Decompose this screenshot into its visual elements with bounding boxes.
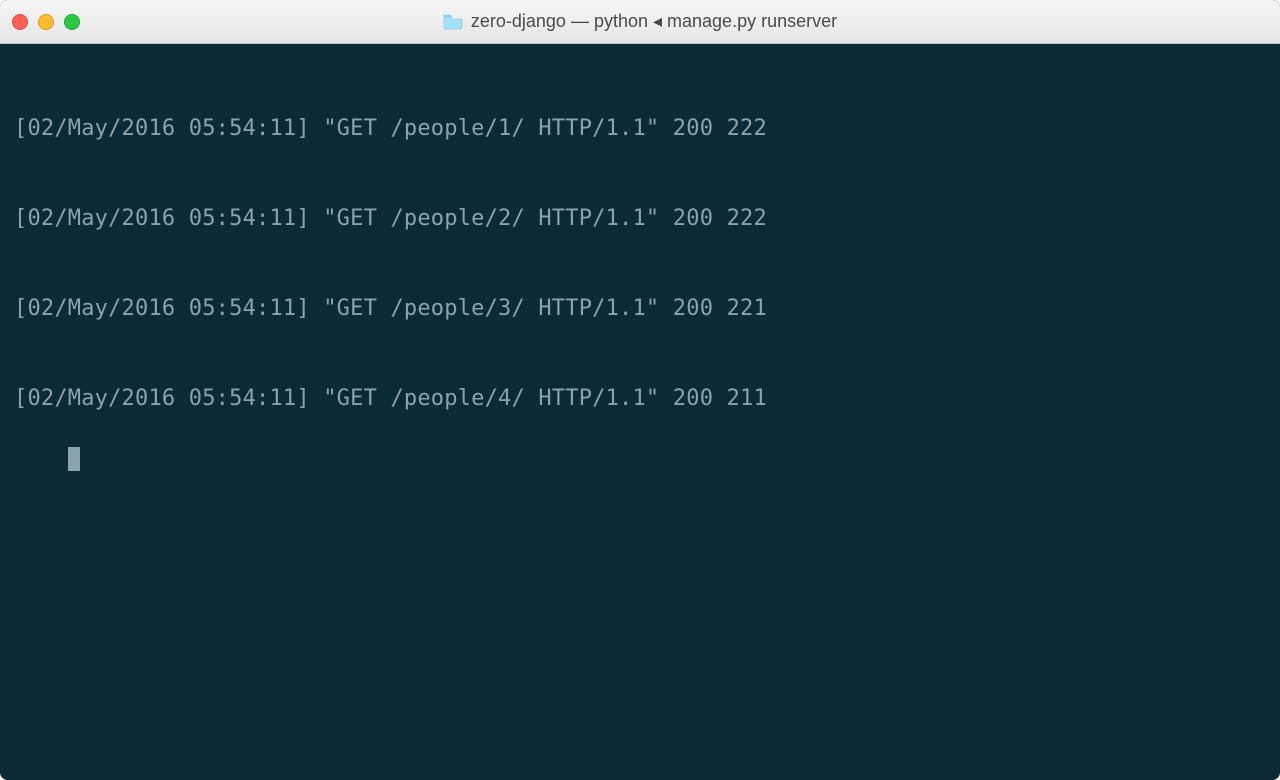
terminal-window: zero-django — python ◂ manage.py runserv… [0,0,1280,780]
close-icon[interactable] [12,14,28,30]
terminal-output[interactable]: [02/May/2016 05:54:11] "GET /people/1/ H… [0,44,1280,780]
titlebar[interactable]: zero-django — python ◂ manage.py runserv… [0,0,1280,44]
cursor [68,447,80,471]
minimize-icon[interactable] [38,14,54,30]
fullscreen-icon[interactable] [64,14,80,30]
log-line: [02/May/2016 05:54:11] "GET /people/2/ H… [14,204,1266,234]
log-line: [02/May/2016 05:54:11] "GET /people/4/ H… [14,384,1266,414]
window-title-text: zero-django — python ◂ manage.py runserv… [471,11,837,32]
log-line: [02/May/2016 05:54:11] "GET /people/3/ H… [14,294,1266,324]
folder-icon [443,14,463,30]
window-controls [12,14,80,30]
window-title: zero-django — python ◂ manage.py runserv… [0,11,1280,32]
log-line: [02/May/2016 05:54:11] "GET /people/1/ H… [14,114,1266,144]
